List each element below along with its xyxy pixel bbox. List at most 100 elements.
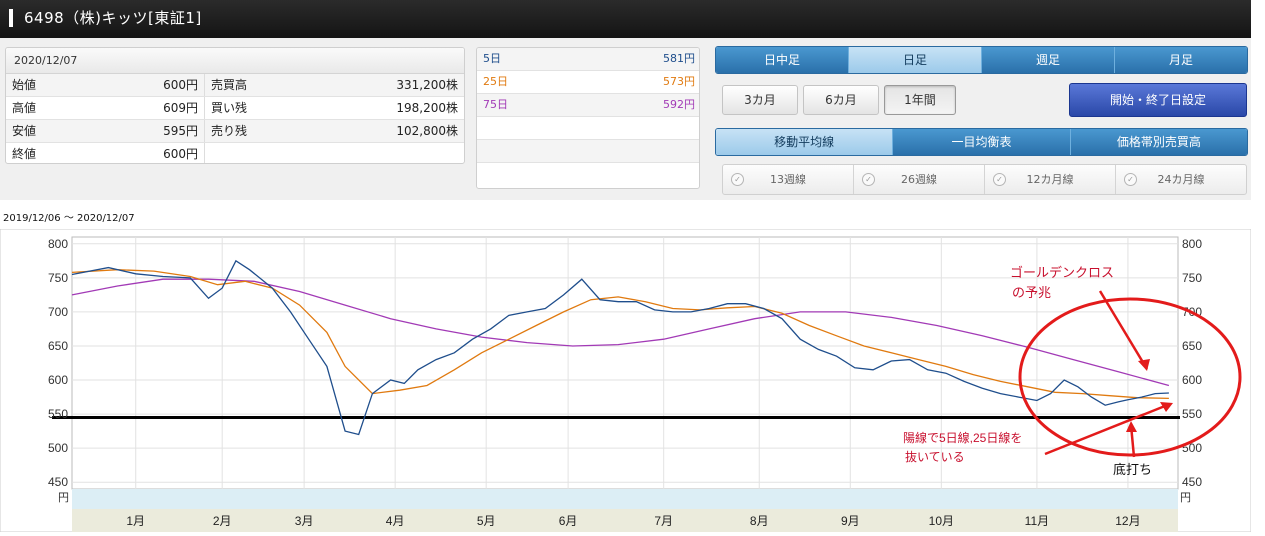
close-label: 終値 bbox=[12, 147, 37, 161]
high-value: 609円 bbox=[51, 97, 205, 119]
y-tick-label-right: 650 bbox=[1182, 339, 1202, 353]
month-label: 8月 bbox=[750, 514, 769, 528]
checkbox-13w-label: 13週線 bbox=[770, 173, 806, 186]
month-label: 3月 bbox=[295, 514, 314, 528]
y-tick-label-right: 450 bbox=[1182, 475, 1202, 489]
ma-empty-row bbox=[477, 140, 699, 163]
range-6m-button[interactable]: 6カ月 bbox=[803, 85, 879, 115]
month-strip bbox=[72, 509, 1178, 532]
month-label: 4月 bbox=[386, 514, 405, 528]
ma25-row: 25日 573円 bbox=[477, 71, 699, 94]
ma25-value: 573円 bbox=[663, 75, 695, 88]
tab-volume-by-price[interactable]: 価格帯別売買高 bbox=[1070, 129, 1247, 155]
high-label: 高値 bbox=[12, 101, 37, 115]
open-value: 600円 bbox=[51, 74, 205, 96]
price-summary: 2020/12/07 始値 600円 売買高 331,200株 高値 609円 … bbox=[5, 47, 465, 164]
checkbox-13w[interactable]: ✓ 13週線 bbox=[723, 165, 854, 194]
tab-daily[interactable]: 日足 bbox=[849, 47, 982, 73]
y-tick-label-right: 600 bbox=[1182, 373, 1202, 387]
check-icon: ✓ bbox=[993, 173, 1006, 186]
ma75-label: 75日 bbox=[483, 98, 508, 111]
chart-svg: 450 450500 500550 550600 600650 650700 700750 7… bbox=[0, 228, 1252, 533]
y-tick-label: 800 bbox=[48, 237, 68, 251]
empty-value bbox=[280, 143, 464, 163]
y-tick-label: 750 bbox=[48, 271, 68, 285]
set-date-range-button[interactable]: 開始・終了日設定 bbox=[1069, 83, 1247, 117]
ma-period-checkboxes: ✓ 13週線 ✓ 26週線 ✓ 12カ月線 ✓ 24カ月線 bbox=[722, 164, 1247, 195]
range-3m-button[interactable]: 3カ月 bbox=[722, 85, 798, 115]
month-label: 11月 bbox=[1025, 514, 1049, 528]
price-rows: 始値 600円 売買高 331,200株 高値 609円 買い残 198,200… bbox=[6, 74, 464, 163]
ma5-row: 5日 581円 bbox=[477, 48, 699, 71]
y-tick-label-right: 800 bbox=[1182, 237, 1202, 251]
volume-strip bbox=[72, 489, 1178, 509]
ma5-value: 581円 bbox=[663, 52, 695, 65]
empty-label bbox=[205, 143, 280, 163]
ma25-label: 25日 bbox=[483, 75, 508, 88]
y-tick-label-right: 550 bbox=[1182, 407, 1202, 421]
price-row: 始値 600円 売買高 331,200株 bbox=[6, 74, 464, 97]
unit-left: 円 bbox=[58, 492, 69, 504]
annotation-breakthrough-2: 抜いている bbox=[905, 450, 965, 464]
check-icon: ✓ bbox=[862, 173, 875, 186]
ma75-value: 592円 bbox=[663, 98, 695, 111]
check-icon: ✓ bbox=[1124, 173, 1137, 186]
margin-buy-value: 198,200株 bbox=[396, 101, 458, 115]
annotation-golden-cross: ゴールデンクロス bbox=[1010, 265, 1114, 280]
checkbox-12m[interactable]: ✓ 12カ月線 bbox=[985, 165, 1116, 194]
y-tick-label: 600 bbox=[48, 373, 68, 387]
price-row: 高値 609円 買い残 198,200株 bbox=[6, 97, 464, 120]
volume-label: 売買高 bbox=[210, 78, 247, 92]
date-range-label: 2019/12/06 〜 2020/12/07 bbox=[3, 213, 135, 224]
y-tick-label: 650 bbox=[48, 339, 68, 353]
y-tick-label-right: 750 bbox=[1182, 271, 1202, 285]
margin-sell-value: 102,800株 bbox=[396, 124, 458, 138]
volume-value: 331,200株 bbox=[396, 78, 458, 92]
tab-intraday[interactable]: 日中足 bbox=[716, 47, 849, 73]
moving-average-summary: 5日 581円 25日 573円 75日 592円 bbox=[476, 47, 700, 189]
month-label: 6月 bbox=[559, 514, 578, 528]
month-label: 10月 bbox=[929, 514, 954, 528]
y-tick-label: 500 bbox=[48, 441, 68, 455]
checkbox-24m[interactable]: ✓ 24カ月線 bbox=[1116, 165, 1246, 194]
low-label: 安値 bbox=[12, 124, 37, 138]
margin-sell-label: 売り残 bbox=[210, 124, 247, 138]
close-value: 600円 bbox=[51, 143, 205, 163]
checkbox-12m-label: 12カ月線 bbox=[1026, 173, 1074, 186]
period-tabs: 日中足 日足 週足 月足 bbox=[715, 46, 1248, 74]
tab-monthly[interactable]: 月足 bbox=[1115, 47, 1247, 73]
header-accent bbox=[9, 9, 13, 27]
ma5-label: 5日 bbox=[483, 52, 501, 65]
low-value: 595円 bbox=[51, 120, 205, 142]
ma75-row: 75日 592円 bbox=[477, 94, 699, 117]
y-tick-label: 450 bbox=[48, 475, 68, 489]
month-label: 7月 bbox=[654, 514, 673, 528]
range-1y-button[interactable]: 1年間 bbox=[884, 85, 956, 115]
check-icon: ✓ bbox=[731, 173, 744, 186]
margin-buy-label: 買い残 bbox=[210, 101, 247, 115]
checkbox-26w-label: 26週線 bbox=[901, 173, 937, 186]
annotation-omen: の予兆 bbox=[1012, 285, 1051, 300]
header-bar: 6498（株)キッツ[東証1] bbox=[0, 0, 1251, 39]
indicator-tabs: 移動平均線 一目均衡表 価格帯別売買高 bbox=[715, 128, 1248, 156]
tab-moving-average[interactable]: 移動平均線 bbox=[716, 129, 894, 155]
open-label: 始値 bbox=[12, 78, 37, 92]
month-label: 2月 bbox=[213, 514, 232, 528]
ma-empty-row bbox=[477, 117, 699, 140]
y-tick-label: 700 bbox=[48, 305, 68, 319]
tab-weekly[interactable]: 週足 bbox=[982, 47, 1115, 73]
price-date: 2020/12/07 bbox=[6, 48, 464, 74]
price-row: 安値 595円 売り残 102,800株 bbox=[6, 120, 464, 143]
month-label: 1月 bbox=[126, 514, 145, 528]
tab-ichimoku[interactable]: 一目均衡表 bbox=[893, 129, 1071, 155]
month-label: 9月 bbox=[841, 514, 860, 528]
unit-right: 円 bbox=[1180, 492, 1191, 504]
checkbox-26w[interactable]: ✓ 26週線 bbox=[854, 165, 985, 194]
y-tick-label: 550 bbox=[48, 407, 68, 421]
annotation-breakthrough: 陽線で5日線,25日線を bbox=[903, 430, 1022, 445]
checkbox-24m-label: 24カ月線 bbox=[1157, 173, 1205, 186]
price-chart: 450 450 500 500 550 550 600 600 650 650 700 700 750 7… bbox=[0, 228, 1252, 533]
stock-title: 6498（株)キッツ[東証1] bbox=[24, 9, 202, 27]
month-label: 5月 bbox=[477, 514, 496, 528]
annotation-bottom: 底打ち bbox=[1113, 462, 1152, 477]
